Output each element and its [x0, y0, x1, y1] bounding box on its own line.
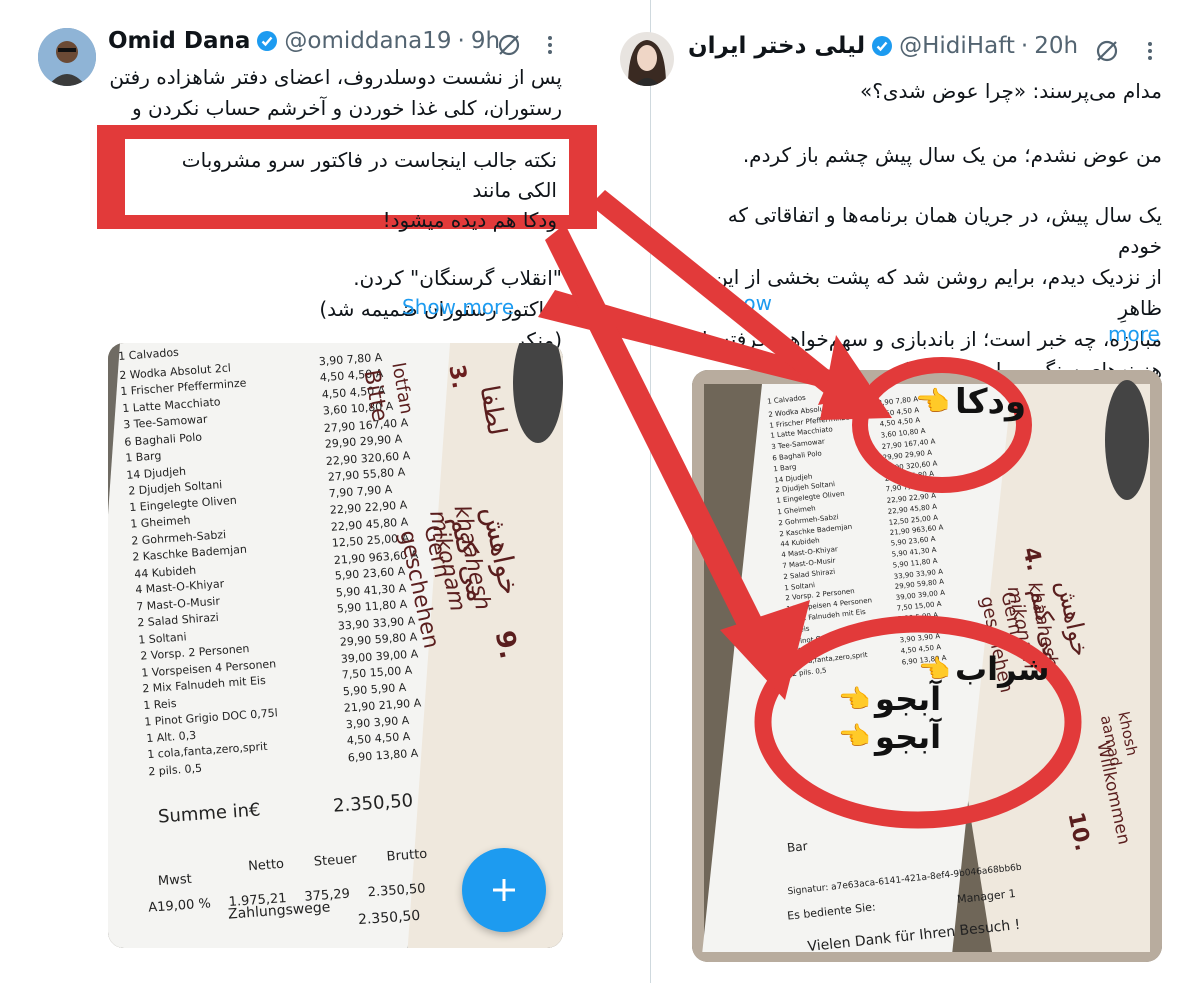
annotation-wine: شراب — [955, 650, 1050, 688]
receipt-amount: 3,90 3,90 A — [344, 713, 410, 731]
tweet-text-line1: مدام می‌پرسند: «چرا عوض شدی؟» — [860, 79, 1162, 103]
verified-badge-icon — [256, 30, 278, 52]
receipt-amount: 3,90 7,80 A — [318, 350, 383, 368]
pointing-hand-icon: 👈 — [838, 685, 871, 715]
user-handle[interactable]: @omiddana19 — [284, 28, 451, 54]
receipt-amount: 21,90 21,90 A — [898, 621, 949, 635]
receipt-amount: 7,90 7,90 A — [885, 481, 927, 494]
tax-header-steuer: Steuer — [313, 851, 358, 870]
highlight-text: نکته جالب اینجاست در فاکتور سرو مشروبات … — [125, 139, 569, 232]
tax-header-brutto: Brutto — [386, 846, 428, 865]
annotation-beer-2: آبجو — [875, 718, 942, 756]
receipt-amount: 5,90 11,80 A — [892, 556, 938, 570]
tweet-header: لیلی دختر ایران @HidiHaft · 20h — [688, 33, 1079, 59]
receipt-amount: 3,60 10,80 A — [880, 427, 926, 440]
receipt-amount: 5,90 11,80 A — [336, 597, 408, 616]
receipt-amount: 7,50 15,00 A — [341, 663, 413, 682]
receipt-amount: 6,90 13,80 A — [347, 746, 419, 764]
grok-icon[interactable] — [494, 30, 524, 60]
receipt-amount: 33,90 33,90 A — [337, 613, 417, 633]
annotation-beer-1: آبجو — [875, 680, 942, 718]
receipt-amount: 21,90 21,90 A — [343, 696, 423, 715]
avatar[interactable] — [38, 28, 96, 86]
compose-post-button[interactable] — [462, 848, 546, 932]
user-handle[interactable]: @HidiHaft — [899, 33, 1015, 59]
tweet-header: Omid Dana @omiddana19 · 9h — [108, 28, 501, 54]
column-divider — [650, 0, 651, 983]
verified-badge-icon — [871, 35, 893, 57]
more-options-icon[interactable] — [1140, 36, 1160, 66]
receipt-amount: 4,50 4,50 A — [879, 416, 921, 429]
receipt-amount: 5,90 41,30 A — [335, 581, 407, 599]
receipt-amount: 22,90 45,80 A — [330, 514, 409, 534]
tax-header-netto: Netto — [247, 856, 285, 875]
more-options-icon[interactable] — [540, 30, 560, 60]
receipt-amount: 29,90 29,90 A — [882, 448, 933, 462]
menu-number-4: 4. — [1017, 545, 1047, 574]
pointing-hand-icon: 👈 — [838, 722, 871, 752]
grok-icon[interactable] — [1092, 36, 1122, 66]
show-more-link-cont[interactable]: more — [1108, 322, 1160, 346]
receipt-amount: 5,90 23,60 A — [334, 564, 406, 583]
pointing-hand-icon: 👈 — [915, 385, 950, 418]
receipt-amount: 7,90 7,90 A — [328, 482, 393, 500]
receipt-amount: 5,90 5,90 A — [342, 680, 407, 698]
receipt-bar: Bar — [786, 838, 809, 856]
timestamp[interactable]: 20h — [1034, 33, 1078, 59]
annotation-vodka: ودکا — [955, 382, 1027, 422]
receipt-amount: 22,90 22,90 A — [329, 498, 408, 517]
tweet-text-line2: من عوض نشدم؛ من یک سال پیش چشم باز کردم. — [742, 143, 1162, 167]
display-name[interactable]: Omid Dana — [108, 28, 250, 54]
receipt-amount: 5,90 5,90 A — [897, 610, 939, 624]
highlight-callout: نکته جالب اینجاست در فاکتور سرو مشروبات … — [97, 125, 597, 232]
receipt-amount: 27,90 55,80 A — [326, 465, 406, 484]
receipt-amount: 29,90 59,80 A — [338, 630, 418, 649]
receipt-amount: 4,50 4,50 A — [346, 729, 411, 748]
receipt-amount: 3,90 7,80 A — [877, 394, 919, 408]
receipt-amount: 22,90 320,60 A — [325, 448, 411, 468]
receipt-amount: 39,00 39,00 A — [340, 646, 419, 666]
avatar[interactable] — [620, 32, 674, 86]
show-more-link[interactable]: Show more — [402, 295, 514, 319]
menu-number-3: 3. — [443, 363, 473, 391]
receipt-amount: 29,90 29,90 A — [324, 432, 403, 451]
receipt-amount: 4,50 4,50 A — [900, 643, 942, 656]
receipt-mwst: Mwst — [157, 871, 193, 890]
display-name[interactable]: لیلی دختر ایران — [688, 33, 865, 59]
show-more-link[interactable]: Show — [718, 291, 772, 315]
plus-icon — [493, 879, 515, 901]
